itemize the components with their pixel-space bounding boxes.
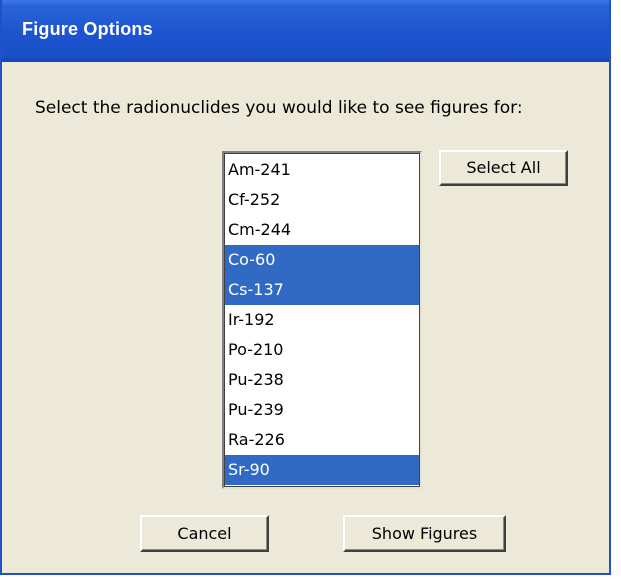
instruction-label: Select the radionuclides you would like … — [35, 98, 523, 118]
list-item[interactable]: Ir-192 — [225, 305, 419, 335]
list-item[interactable]: Sr-90 — [225, 455, 419, 485]
title-bar[interactable]: Figure Options — [2, 0, 609, 62]
list-item[interactable]: Cs-137 — [225, 275, 419, 305]
list-item[interactable]: Pu-238 — [225, 365, 419, 395]
list-item[interactable]: Cm-244 — [225, 215, 419, 245]
radionuclide-listbox[interactable]: Am-241 Cf-252 Cm-244 Co-60 Cs-137 Ir-192 Po-21… — [222, 151, 422, 489]
list-item[interactable]: Ra-226 — [225, 425, 419, 455]
list-item[interactable]: Po-210 — [225, 335, 419, 365]
window-title: Figure Options — [22, 19, 153, 39]
list-item[interactable]: Am-241 — [225, 155, 419, 185]
list-item[interactable]: Cf-252 — [225, 185, 419, 215]
figure-options-dialog: Figure Options Select the radionuclides … — [0, 0, 611, 575]
show-figures-button[interactable]: Show Figures — [343, 515, 506, 552]
list-item[interactable]: Co-60 — [225, 245, 419, 275]
cancel-button[interactable]: Cancel — [140, 515, 269, 552]
list-item[interactable]: Pu-239 — [225, 395, 419, 425]
select-all-button[interactable]: Select All — [439, 150, 568, 186]
